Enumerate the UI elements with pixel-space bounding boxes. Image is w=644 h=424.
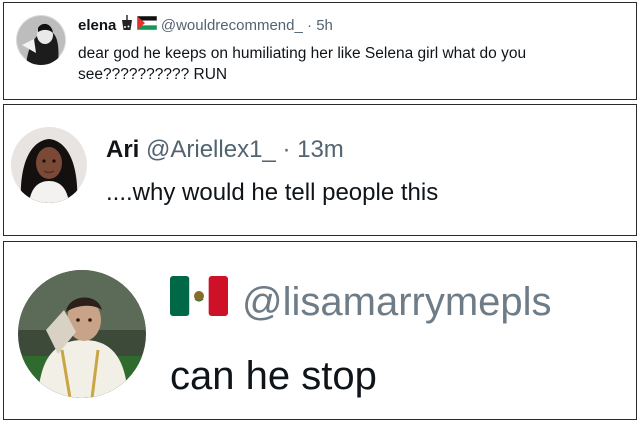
display-name[interactable]: elena bbox=[78, 17, 116, 34]
post-text: dear god he keeps on humiliating her lik… bbox=[78, 45, 527, 83]
post-text: ....why would he tell people this bbox=[106, 179, 439, 206]
bubble-tea-icon bbox=[121, 15, 133, 37]
post-card: @lisamarrymepls can he stop bbox=[3, 241, 637, 420]
post-header: Ari @Ariellex1_ · 13m bbox=[106, 135, 344, 165]
user-handle[interactable]: @lisamarrymepls bbox=[242, 277, 552, 327]
avatar-image bbox=[18, 270, 146, 398]
mexico-flag-icon bbox=[170, 276, 228, 328]
dot-separator: · bbox=[282, 136, 291, 163]
dot-separator: · bbox=[307, 16, 313, 34]
post-card: elena @wouldrecommend_ · 5h dear god he … bbox=[3, 2, 637, 100]
avatar-image bbox=[11, 127, 87, 203]
avatar[interactable] bbox=[16, 15, 66, 65]
post-card: Ari @Ariellex1_ · 13m ....why would he t… bbox=[3, 104, 637, 236]
post-header: @lisamarrymepls bbox=[170, 276, 552, 328]
user-handle[interactable]: @wouldrecommend_ bbox=[161, 17, 303, 34]
post-header: elena @wouldrecommend_ · 5h bbox=[78, 15, 333, 37]
avatar-image bbox=[16, 15, 66, 65]
display-name[interactable]: Ari bbox=[106, 136, 139, 163]
avatar[interactable] bbox=[18, 270, 146, 398]
timestamp[interactable]: 13m bbox=[297, 136, 344, 163]
user-handle[interactable]: @Ariellex1_ bbox=[146, 136, 276, 163]
post-text: can he stop bbox=[170, 354, 377, 398]
timestamp[interactable]: 5h bbox=[316, 17, 333, 34]
avatar[interactable] bbox=[11, 127, 87, 203]
palestine-flag-icon bbox=[136, 15, 158, 36]
